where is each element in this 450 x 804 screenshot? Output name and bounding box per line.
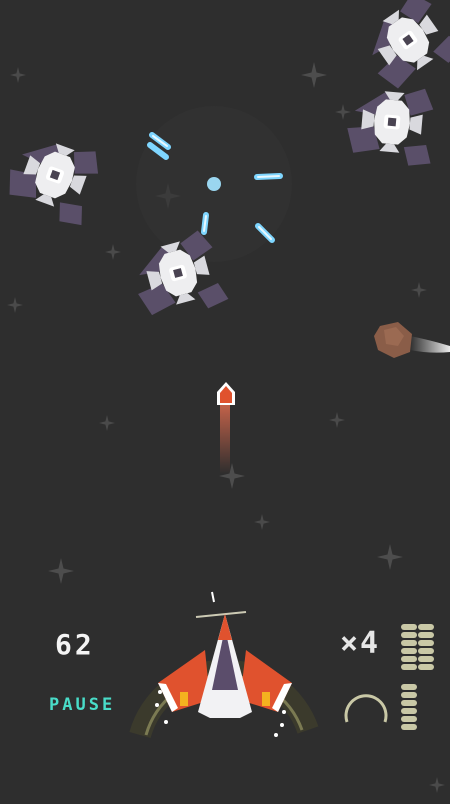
ammo-pill-icon — [401, 684, 417, 690]
game-canvas[interactable] — [0, 0, 450, 800]
reload-arc-icon — [344, 694, 388, 723]
star-icon — [10, 67, 26, 83]
enemy-ship[interactable] — [344, 82, 437, 168]
star-icon — [377, 544, 403, 570]
star-icon — [48, 558, 74, 584]
star-icon — [99, 415, 115, 431]
player-rocket — [217, 382, 235, 474]
enemy-ship[interactable] — [351, 0, 450, 100]
score-counter: 62 — [55, 628, 95, 661]
multiplier-counter: ×4 — [340, 626, 381, 661]
ammo-reserve — [401, 624, 434, 670]
game-viewport[interactable] — [0, 0, 450, 800]
ammo-magazine — [401, 684, 417, 730]
impact-point — [207, 177, 221, 191]
star-icon — [254, 514, 270, 530]
asteroid[interactable] — [374, 322, 450, 358]
star-icon — [105, 244, 121, 260]
ammo-pill-icon — [401, 624, 417, 630]
enemy-ship-icon — [0, 126, 107, 229]
player-ship[interactable] — [158, 614, 292, 718]
enemy-ship-icon — [351, 0, 450, 100]
star-icon — [411, 282, 427, 298]
star-icon — [335, 104, 351, 120]
star-icon — [329, 412, 345, 428]
star-icon — [301, 62, 327, 88]
star-icon — [7, 297, 23, 313]
star-icon — [429, 777, 445, 793]
enemy-ship[interactable] — [0, 126, 107, 229]
pause-button[interactable]: PAUSE — [49, 695, 115, 715]
enemy-ship-icon — [344, 82, 437, 168]
